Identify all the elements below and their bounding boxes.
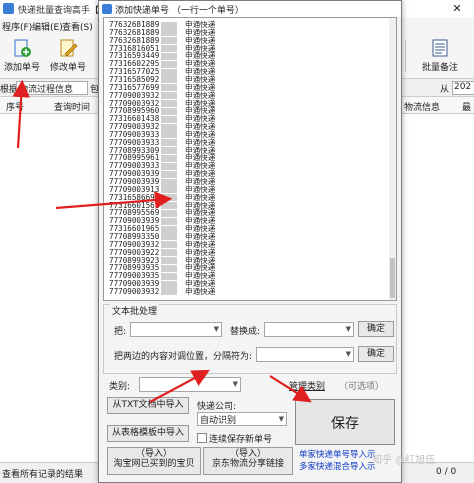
import-table-button[interactable]: 从表格模板中导入 — [107, 425, 189, 442]
separator-select[interactable]: ▼ — [256, 347, 354, 362]
continue-save-label: 连续保存新单号 — [209, 435, 273, 445]
save-button[interactable]: 保存 — [295, 399, 395, 445]
add-tracking-button[interactable]: 添加单号 — [0, 36, 44, 76]
add-tracking-dialog: 添加快递单号 （一行一个单号） 77632681889 申通快递 776326818… — [98, 0, 402, 483]
chevron-down-icon: ▼ — [345, 350, 351, 358]
tracking-row: 77709003932 申通快递 — [109, 287, 215, 296]
redacted-block — [161, 288, 177, 296]
column-query-time[interactable]: 查询时间 — [54, 100, 90, 113]
list-scrollbar[interactable] — [389, 18, 396, 300]
import-jd-button[interactable]: （导入） 京东物流分享链接 — [203, 447, 293, 475]
swap-confirm-button[interactable]: 确定 — [358, 346, 394, 362]
import-txt-button[interactable]: 从TXT文档中导入 — [107, 397, 189, 414]
watermark: 知乎 @红旭伍 — [372, 455, 436, 466]
add-document-icon — [14, 39, 31, 57]
text-processing-title: 文本批处理 — [110, 304, 160, 317]
replace-from-label: 把: — [114, 327, 127, 337]
edit-tracking-button[interactable]: 修改单号 — [46, 36, 90, 76]
chevron-down-icon: ▼ — [278, 415, 284, 423]
continue-save-checkbox[interactable] — [197, 433, 207, 443]
menu-program[interactable]: 程序(F) — [2, 20, 32, 33]
mixed-courier-example-link[interactable]: 多家快递混合导入示 — [299, 460, 376, 472]
edit-document-icon — [60, 39, 78, 57]
chevron-down-icon: ▼ — [345, 325, 351, 333]
toolbar-separator — [405, 40, 406, 72]
text-processing-group: 文本批处理 把: ▼ 替换成: ▼ 确定 把两边的内容对调位置，分隔符为: ▼ … — [103, 304, 397, 374]
column-index[interactable]: 序号 — [6, 100, 24, 113]
date-from-value: 202 — [454, 82, 472, 92]
dialog-titlebar: 添加快递单号 （一行一个单号） — [99, 1, 401, 17]
chevron-down-icon: ▼ — [232, 380, 238, 388]
manage-category-link[interactable]: 管理类别 — [289, 379, 325, 392]
date-from-field[interactable]: 202 — [452, 81, 474, 95]
add-tracking-label: 添加单号 — [3, 63, 40, 73]
optional-label: （可选项） — [339, 382, 385, 392]
chevron-down-icon: ▼ — [213, 325, 219, 333]
courier-label: 快递公司: — [197, 402, 237, 412]
note-icon — [432, 39, 448, 57]
filter-field-value: 物流过程信息 — [19, 85, 74, 95]
tracking-number-textarea[interactable]: 77632681889 申通快递 77632681889 申通快递 7763268188… — [103, 17, 397, 301]
status-text: 查看所有记录的结果 — [2, 470, 84, 480]
courier-value: 自动识别 — [200, 416, 237, 426]
category-label: 类别: — [109, 382, 131, 392]
courier-select[interactable]: 自动识别 ▼ — [197, 412, 287, 426]
main-close-button[interactable]: ✕ — [440, 0, 474, 18]
edit-tracking-label: 修改单号 — [49, 63, 86, 73]
swap-label: 把两边的内容对调位置，分隔符为: — [114, 352, 253, 362]
dialog-icon — [102, 4, 112, 14]
main-window-title: 快递批量查询高手【 — [18, 6, 100, 16]
tracking-number: 77709003932 — [109, 286, 160, 296]
list-scrollbar-thumb[interactable] — [390, 258, 395, 298]
status-pages: 0 / 0 — [436, 467, 457, 477]
replace-confirm-button[interactable]: 确定 — [358, 321, 394, 337]
single-courier-example-link[interactable]: 单家快递单号导入示 — [299, 448, 376, 460]
batch-note-button[interactable]: 批量备注 — [414, 36, 466, 76]
menu-view[interactable]: 查看(S) — [62, 20, 93, 33]
import-taobao-button[interactable]: （导入） 淘宝网已买到的宝贝 — [107, 447, 201, 475]
dialog-title: 添加快递单号 （一行一个单号） — [115, 6, 244, 16]
category-select[interactable]: ▼ — [139, 377, 241, 392]
menu-edit[interactable]: 编辑(E) — [32, 20, 63, 33]
replace-to-select[interactable]: ▼ — [264, 322, 354, 337]
filter-from-label: 从 — [440, 85, 450, 95]
column-logistics[interactable]: 物流信息 — [404, 100, 440, 113]
column-latest[interactable]: 最 — [462, 100, 471, 113]
batch-note-label: 批量备注 — [421, 63, 458, 73]
app-icon — [3, 3, 14, 14]
filter-field-select[interactable]: 物流过程信息 — [16, 81, 88, 95]
replace-to-label: 替换成: — [230, 327, 261, 337]
carrier-name: 申通快递 — [185, 286, 216, 296]
replace-from-select[interactable]: ▼ — [130, 322, 222, 337]
